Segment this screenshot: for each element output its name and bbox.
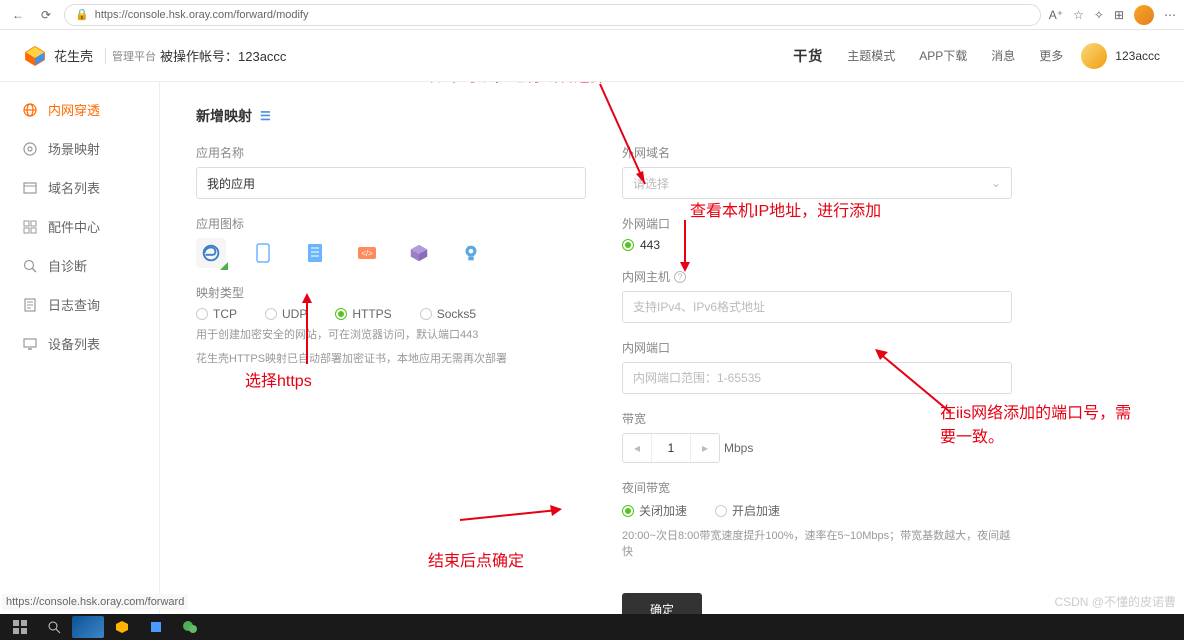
font-size-icon[interactable]: A⁺ bbox=[1049, 8, 1063, 22]
brand-name: 花生壳 bbox=[54, 46, 93, 65]
theme-mode-link[interactable]: 主题模式 bbox=[847, 47, 895, 64]
bandwidth-stepper[interactable]: ◂ 1 ▸ bbox=[622, 433, 720, 463]
night-group: 关闭加速 开启加速 bbox=[622, 502, 1012, 519]
user-area[interactable]: 123accc bbox=[1081, 43, 1160, 69]
radio-https[interactable]: HTTPS bbox=[335, 307, 391, 321]
map-type-group: TCP UDP HTTPS Socks5 bbox=[196, 307, 586, 321]
scene-icon bbox=[22, 141, 38, 157]
star-icon[interactable]: ☆ bbox=[1073, 8, 1084, 22]
app-icon-label: 应用图标 bbox=[196, 215, 586, 232]
icon-row: </> bbox=[196, 238, 586, 268]
sidebar-item-label: 设备列表 bbox=[48, 334, 100, 353]
sidebar-item-label: 内网穿透 bbox=[48, 100, 100, 119]
map-hint-1: 用于创建加密安全的网站，可在浏览器访问，默认端口443 bbox=[196, 327, 586, 345]
edge-task-icon[interactable] bbox=[72, 616, 104, 638]
collections-icon[interactable]: ⊞ bbox=[1114, 8, 1124, 22]
domain-icon bbox=[22, 180, 38, 196]
brand-subtitle: 管理平台 bbox=[105, 48, 156, 64]
map-type-label: 映射类型 bbox=[196, 284, 586, 301]
ext-port-value: 443 bbox=[640, 238, 660, 252]
sidebar-item-intranet[interactable]: 内网穿透 bbox=[0, 90, 159, 129]
list-icon[interactable]: ☰ bbox=[260, 109, 271, 123]
browser-chrome: ← ⟳ 🔒 https://console.hsk.oray.com/forwa… bbox=[0, 0, 1184, 30]
bandwidth-unit: Mbps bbox=[724, 441, 753, 455]
night-label: 夜间带宽 bbox=[622, 479, 1012, 496]
port-radio[interactable] bbox=[622, 239, 634, 251]
sidebar-item-domain[interactable]: 域名列表 bbox=[0, 168, 159, 207]
messages-link[interactable]: 消息 bbox=[991, 47, 1015, 64]
addon-icon bbox=[22, 219, 38, 235]
task-icon-4[interactable] bbox=[106, 616, 138, 638]
globe-icon bbox=[22, 102, 38, 118]
taskbar bbox=[0, 614, 1184, 640]
map-hint-2: 花生壳HTTPS映射已自动部署加密证书，本地应用无需再次部署 bbox=[196, 351, 586, 369]
diag-icon bbox=[22, 258, 38, 274]
ext-domain-select[interactable]: 请选择 ⌄ bbox=[622, 167, 1012, 199]
bandwidth-value: 1 bbox=[651, 434, 691, 462]
app-icon-code[interactable]: </> bbox=[352, 238, 382, 268]
more-icon[interactable]: ⋯ bbox=[1164, 8, 1176, 22]
app-icon-ie[interactable] bbox=[196, 238, 226, 268]
sidebar-item-device[interactable]: 设备列表 bbox=[0, 324, 159, 363]
refresh-button[interactable]: ⟳ bbox=[36, 5, 56, 25]
status-bar-link: https://console.hsk.oray.com/forward bbox=[2, 594, 188, 610]
svg-text:</>: </> bbox=[361, 249, 373, 258]
more-link[interactable]: 更多 bbox=[1039, 47, 1063, 64]
sidebar-item-log[interactable]: 日志查询 bbox=[0, 285, 159, 324]
sidebar-item-addon[interactable]: 配件中心 bbox=[0, 207, 159, 246]
logo-icon bbox=[24, 45, 46, 67]
sidebar-item-label: 日志查询 bbox=[48, 295, 100, 314]
radio-night-on[interactable]: 开启加速 bbox=[715, 502, 780, 519]
sidebar-item-scene[interactable]: 场景映射 bbox=[0, 129, 159, 168]
lock-icon: 🔒 bbox=[75, 8, 89, 21]
back-button[interactable]: ← bbox=[8, 5, 28, 25]
app-name-label: 应用名称 bbox=[196, 144, 586, 161]
start-icon[interactable] bbox=[4, 616, 36, 638]
step-up-button[interactable]: ▸ bbox=[691, 441, 719, 455]
avatar bbox=[1081, 43, 1107, 69]
app-icon-camera[interactable] bbox=[456, 238, 486, 268]
log-icon bbox=[22, 297, 38, 313]
content: 新增映射 ☰ 应用名称 应用图标 </> bbox=[160, 82, 1184, 640]
left-column: 应用名称 应用图标 </> 映射类型 bbox=[196, 144, 586, 625]
device-icon bbox=[22, 336, 38, 352]
sidebar: 内网穿透 场景映射 域名列表 配件中心 自诊断 日志查询 设备列表 bbox=[0, 82, 160, 640]
page-title: 新增映射 bbox=[196, 106, 252, 126]
app-icon-tablet[interactable] bbox=[248, 238, 278, 268]
chevron-down-icon: ⌄ bbox=[991, 176, 1001, 190]
radio-tcp[interactable]: TCP bbox=[196, 307, 237, 321]
url-text: https://console.hsk.oray.com/forward/mod… bbox=[95, 9, 309, 21]
watermark: CSDN @不懂的皮诺曹 bbox=[1054, 593, 1176, 610]
radio-night-off[interactable]: 关闭加速 bbox=[622, 502, 687, 519]
app-header: 花生壳 管理平台 被操作帐号：123accc 干货 主题模式 APP下载 消息 … bbox=[0, 30, 1184, 82]
sidebar-item-label: 域名列表 bbox=[48, 178, 100, 197]
ganhuo-link[interactable]: 干货 bbox=[793, 46, 823, 66]
sidebar-item-label: 自诊断 bbox=[48, 256, 87, 275]
wechat-task-icon[interactable] bbox=[174, 616, 206, 638]
browser-profile-avatar[interactable] bbox=[1134, 5, 1154, 25]
search-task-icon[interactable] bbox=[38, 616, 70, 638]
app-name-input[interactable] bbox=[196, 167, 586, 199]
main-layout: 内网穿透 场景映射 域名列表 配件中心 自诊断 日志查询 设备列表 新增映射 bbox=[0, 82, 1184, 640]
sidebar-item-diagnose[interactable]: 自诊断 bbox=[0, 246, 159, 285]
url-bar[interactable]: 🔒 https://console.hsk.oray.com/forward/m… bbox=[64, 4, 1041, 26]
page-title-row: 新增映射 ☰ bbox=[196, 106, 1148, 126]
operated-account: 被操作帐号：123accc bbox=[160, 46, 286, 65]
form-columns: 应用名称 应用图标 </> 映射类型 bbox=[196, 144, 1148, 625]
task-icon-5[interactable] bbox=[140, 616, 172, 638]
username: 123accc bbox=[1115, 49, 1160, 63]
ext-domain-label: 外网域名 bbox=[622, 144, 1012, 161]
app-download-link[interactable]: APP下载 bbox=[919, 47, 967, 64]
favorites-icon[interactable]: ✧ bbox=[1094, 8, 1104, 22]
step-down-button[interactable]: ◂ bbox=[623, 441, 651, 455]
app-icon-file[interactable] bbox=[300, 238, 330, 268]
logo-area: 花生壳 管理平台 bbox=[24, 45, 160, 67]
night-note: 20:00~次日8:00带宽速度提升100%，速率在5~10Mbps；带宽基数越… bbox=[622, 527, 1012, 559]
sidebar-item-label: 配件中心 bbox=[48, 217, 100, 236]
sidebar-item-label: 场景映射 bbox=[48, 139, 100, 158]
int-host-input[interactable] bbox=[622, 291, 1012, 323]
radio-socks5[interactable]: Socks5 bbox=[420, 307, 476, 321]
app-icon-cube[interactable] bbox=[404, 238, 434, 268]
